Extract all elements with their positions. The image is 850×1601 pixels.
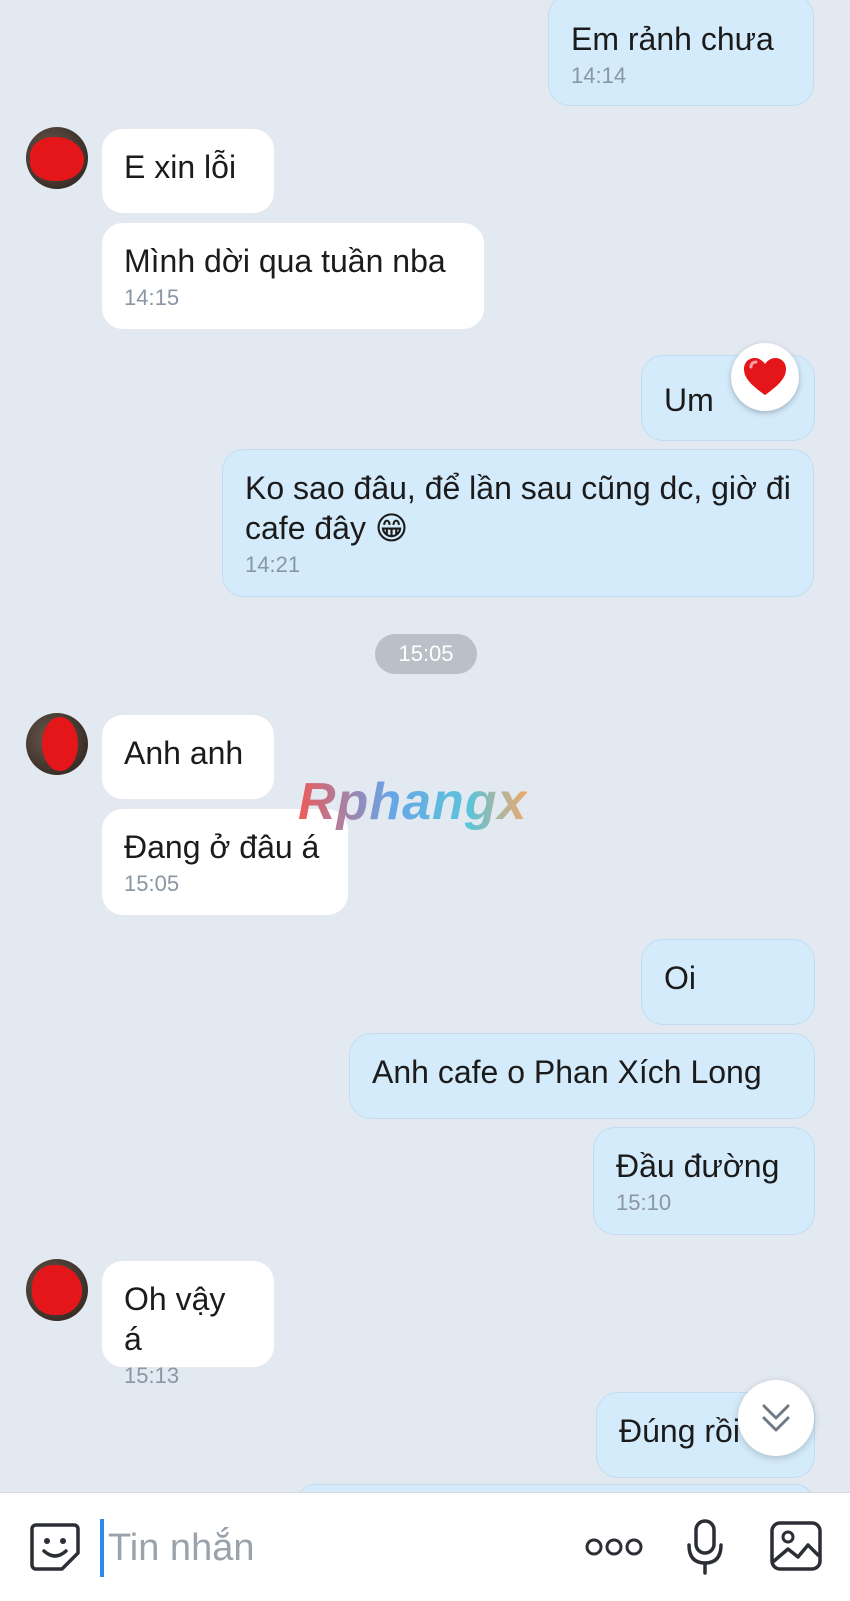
- message-text: Mình dời qua tuần nba: [124, 243, 446, 279]
- message-bubble-outgoing[interactable]: Anh cafe o Phan Xích Long: [349, 1033, 815, 1119]
- chevron-double-down-icon: [762, 1404, 790, 1432]
- reaction-badge[interactable]: [731, 343, 799, 411]
- message-text: E xin lỗi: [124, 149, 237, 185]
- sticker-button[interactable]: [28, 1519, 82, 1575]
- message-bubble-incoming[interactable]: Anh anh: [101, 714, 275, 800]
- message-text: Oh vậy á: [124, 1281, 226, 1357]
- message-text: Ko sao đâu, để lần sau cũng dc, giờ đi c…: [245, 470, 791, 546]
- contact-avatar[interactable]: [26, 127, 88, 189]
- contact-avatar[interactable]: [26, 713, 88, 775]
- message-bubble-outgoing[interactable]: [296, 1484, 815, 1492]
- message-time: 15:05: [124, 871, 180, 896]
- more-button[interactable]: [584, 1533, 644, 1561]
- sticker-icon: [30, 1523, 80, 1571]
- message-input[interactable]: [100, 1519, 570, 1577]
- message-bubble-outgoing[interactable]: Đầu đường 15:10: [593, 1127, 815, 1235]
- message-time: 14:21: [245, 552, 301, 577]
- message-text: Anh cafe o Phan Xích Long: [372, 1054, 762, 1090]
- message-bubble-outgoing[interactable]: Em rảnh chưa 14:14: [548, 0, 814, 106]
- message-text: Đang ở đâu á: [124, 829, 320, 865]
- image-icon: [770, 1521, 822, 1571]
- message-text: Em rảnh chưa: [571, 21, 774, 57]
- message-bubble-incoming[interactable]: E xin lỗi: [101, 128, 275, 214]
- message-time: 14:14: [571, 63, 627, 88]
- voice-button[interactable]: [684, 1517, 726, 1577]
- message-bubble-outgoing[interactable]: Oi: [641, 939, 815, 1025]
- message-time: 14:15: [124, 285, 180, 310]
- microphone-icon: [687, 1519, 723, 1575]
- message-time: 15:10: [616, 1190, 672, 1215]
- message-text: Oi: [664, 960, 696, 996]
- message-bubble-incoming[interactable]: Oh vậy á 15:13: [101, 1260, 275, 1388]
- scroll-to-bottom-button[interactable]: [738, 1380, 814, 1456]
- image-button[interactable]: [768, 1519, 824, 1573]
- message-bubble-outgoing[interactable]: Ko sao đâu, để lần sau cũng dc, giờ đi c…: [222, 449, 814, 597]
- message-composer: [0, 1492, 850, 1601]
- watermark-logo: Rphangx: [298, 773, 528, 831]
- heart-icon: [744, 358, 786, 395]
- chat-area: Em rảnh chưa 14:14 E xin lỗi Mình dời qu…: [0, 0, 850, 1492]
- contact-avatar[interactable]: [26, 1259, 88, 1321]
- message-text: Đầu đường: [616, 1148, 780, 1184]
- message-bubble-incoming[interactable]: Mình dời qua tuần nba 14:15: [101, 222, 485, 330]
- message-time: 15:13: [124, 1363, 180, 1388]
- time-divider: 15:05: [375, 634, 477, 674]
- more-icon: [585, 1538, 643, 1556]
- message-text: Anh anh: [124, 735, 244, 771]
